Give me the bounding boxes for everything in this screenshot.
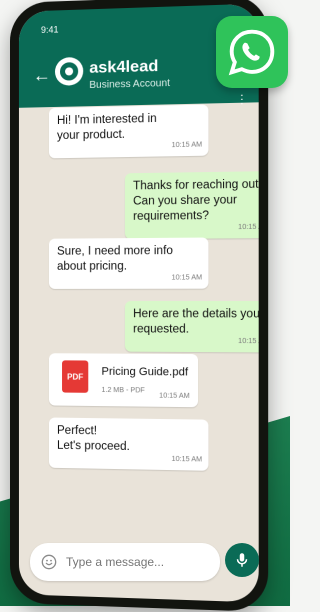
attachment-time: 10:15 AM — [159, 392, 190, 400]
contact-name[interactable]: ask4lead — [89, 58, 158, 78]
status-time: 9:41 — [40, 24, 59, 36]
avatar-logo — [60, 62, 79, 81]
message-input-bar — [30, 543, 220, 581]
message-bubble-incoming: Hi! I'm interested in your product. 10:1… — [48, 104, 209, 159]
message-time: 10:15 AM — [171, 274, 203, 282]
message-time: 10:15 AM — [238, 337, 259, 346]
message-bubble-incoming: Sure, I need more info about pricing. 10… — [48, 237, 209, 289]
message-time: 10:15 AM — [171, 455, 203, 464]
message-bubble-outgoing: Here are the details you requested. 10:1… — [124, 300, 259, 353]
pdf-attachment[interactable]: PDF Pricing Guide.pdf 1.2 MB - PDF 10:15… — [48, 353, 199, 408]
phone-frame: 9:41 ← ask4lead Business Account · · · Hi!… — [10, 0, 269, 612]
message-time: 10:15 AM — [238, 223, 259, 232]
back-arrow-icon[interactable]: ← — [33, 65, 51, 87]
attachment-filename: Pricing Guide.pdf — [101, 365, 189, 379]
message-input[interactable] — [64, 554, 208, 570]
whatsapp-logo-icon — [216, 16, 288, 88]
pdf-file-icon: PDF — [62, 360, 89, 393]
whatsapp-glyph-icon — [228, 29, 275, 76]
message-time: 10:15 AM — [171, 141, 203, 150]
microphone-icon — [236, 553, 248, 567]
message-bubble-outgoing: Thanks for reaching out! Can you share y… — [124, 171, 259, 240]
message-bubble-incoming: Perfect! Let's proceed. 10:15 AM — [48, 417, 209, 471]
attachment-meta: 1.2 MB - PDF — [101, 386, 145, 395]
more-options-icon[interactable]: · · · — [240, 87, 244, 110]
avatar[interactable] — [54, 56, 84, 86]
emoji-icon[interactable] — [41, 554, 57, 570]
contact-subtitle: Business Account — [89, 77, 171, 92]
message-text: Thanks for reaching out! Can you share y… — [133, 178, 259, 223]
chat-screen: 9:41 ← ask4lead Business Account · · · Hi!… — [18, 3, 259, 603]
microphone-button[interactable] — [225, 543, 259, 577]
